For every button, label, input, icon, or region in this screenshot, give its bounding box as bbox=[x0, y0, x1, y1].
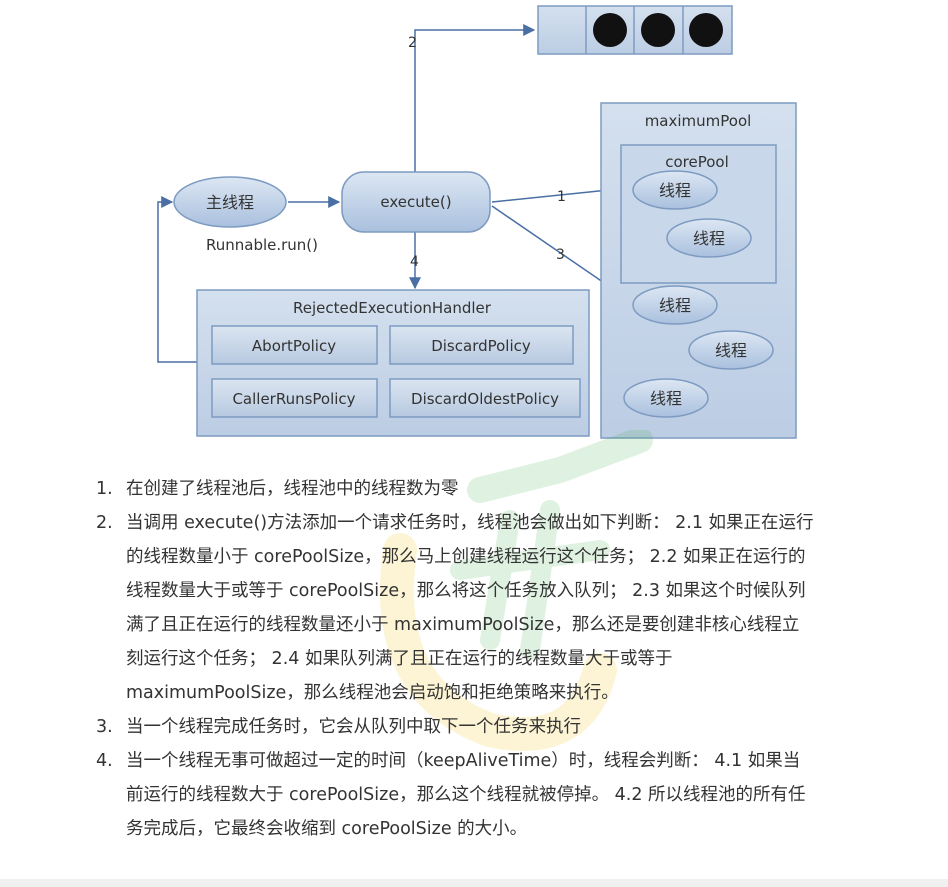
abort-policy: AbortPolicy bbox=[211, 325, 378, 365]
runnable-run-label: Runnable.run() bbox=[206, 236, 318, 254]
svg-text:DiscardOldestPolicy: DiscardOldestPolicy bbox=[411, 390, 559, 408]
bottom-bar bbox=[0, 879, 948, 887]
arrow-label-3: 3 bbox=[556, 247, 565, 263]
svg-text:线程: 线程 bbox=[659, 296, 691, 315]
core-thread-2: 线程 bbox=[666, 218, 752, 258]
svg-text:线程: 线程 bbox=[659, 181, 691, 200]
step-text: 当一个线程完成任务时，它会从队列中取下一个任务来执行 bbox=[126, 717, 581, 737]
svg-text:AbortPolicy: AbortPolicy bbox=[252, 337, 336, 355]
main-thread-node: 主线程 bbox=[173, 176, 287, 228]
thread-pool-diagram: 2 1 3 4 主线程 Runnable.run() execute() max… bbox=[157, 5, 797, 439]
svg-text:CallerRunsPolicy: CallerRunsPolicy bbox=[232, 390, 355, 408]
step-2: 2. 当调用 execute()方法添加一个请求任务时，线程池会做出如下判断： 2… bbox=[96, 506, 816, 710]
step-1: 1. 在创建了线程池后，线程池中的线程数为零 bbox=[96, 472, 816, 506]
extra-thread-3: 线程 bbox=[623, 378, 709, 418]
caller-runs-policy: CallerRunsPolicy bbox=[211, 378, 378, 418]
maximum-pool: maximumPool corePool 线程 线程 线程 线程 线程 bbox=[600, 102, 797, 439]
main-thread-label: 主线程 bbox=[206, 193, 254, 212]
svg-text:线程: 线程 bbox=[693, 229, 725, 248]
arrow-label-2: 2 bbox=[408, 35, 417, 51]
svg-text:DiscardPolicy: DiscardPolicy bbox=[431, 337, 531, 355]
core-pool-label: corePool bbox=[665, 153, 729, 171]
step-number: 1. bbox=[96, 479, 113, 499]
arrow-2 bbox=[414, 24, 536, 172]
rejected-handler-label: RejectedExecutionHandler bbox=[293, 299, 492, 317]
arrow-label-4: 4 bbox=[410, 254, 419, 270]
extra-thread-1: 线程 bbox=[632, 285, 718, 325]
maximum-pool-label: maximumPool bbox=[645, 112, 752, 130]
extra-thread-2: 线程 bbox=[688, 330, 774, 370]
step-number: 3. bbox=[96, 717, 113, 737]
discard-oldest-policy: DiscardOldestPolicy bbox=[389, 378, 581, 418]
step-3: 3. 当一个线程完成任务时，它会从队列中取下一个任务来执行 bbox=[96, 710, 816, 744]
step-4: 4. 当一个线程无事可做超过一定的时间（keepAliveTime）时，线程会判断… bbox=[96, 744, 816, 846]
queued-task-2 bbox=[641, 13, 675, 47]
discard-policy: DiscardPolicy bbox=[389, 325, 574, 365]
step-text: 当一个线程无事可做超过一定的时间（keepAliveTime）时，线程会判断： … bbox=[126, 751, 806, 839]
svg-text:线程: 线程 bbox=[715, 341, 747, 360]
step-number: 2. bbox=[96, 513, 113, 533]
task-queue bbox=[537, 5, 733, 55]
step-text: 在创建了线程池后，线程池中的线程数为零 bbox=[126, 479, 459, 499]
arrow-label-1: 1 bbox=[557, 189, 566, 205]
svg-text:线程: 线程 bbox=[650, 389, 682, 408]
queued-task-3 bbox=[689, 13, 723, 47]
steps-list: 1. 在创建了线程池后，线程池中的线程数为零 2. 当调用 execute()方法添… bbox=[96, 472, 816, 846]
queued-task-1 bbox=[593, 13, 627, 47]
arrow-reject-return bbox=[157, 196, 197, 363]
core-thread-1: 线程 bbox=[632, 170, 718, 210]
execute-label: execute() bbox=[380, 193, 451, 211]
rejected-execution-handler: RejectedExecutionHandler AbortPolicy Dis… bbox=[196, 289, 590, 437]
step-number: 4. bbox=[96, 751, 113, 771]
step-text: 当调用 execute()方法添加一个请求任务时，线程池会做出如下判断： 2.1… bbox=[126, 513, 814, 703]
execute-node: execute() bbox=[341, 171, 491, 233]
